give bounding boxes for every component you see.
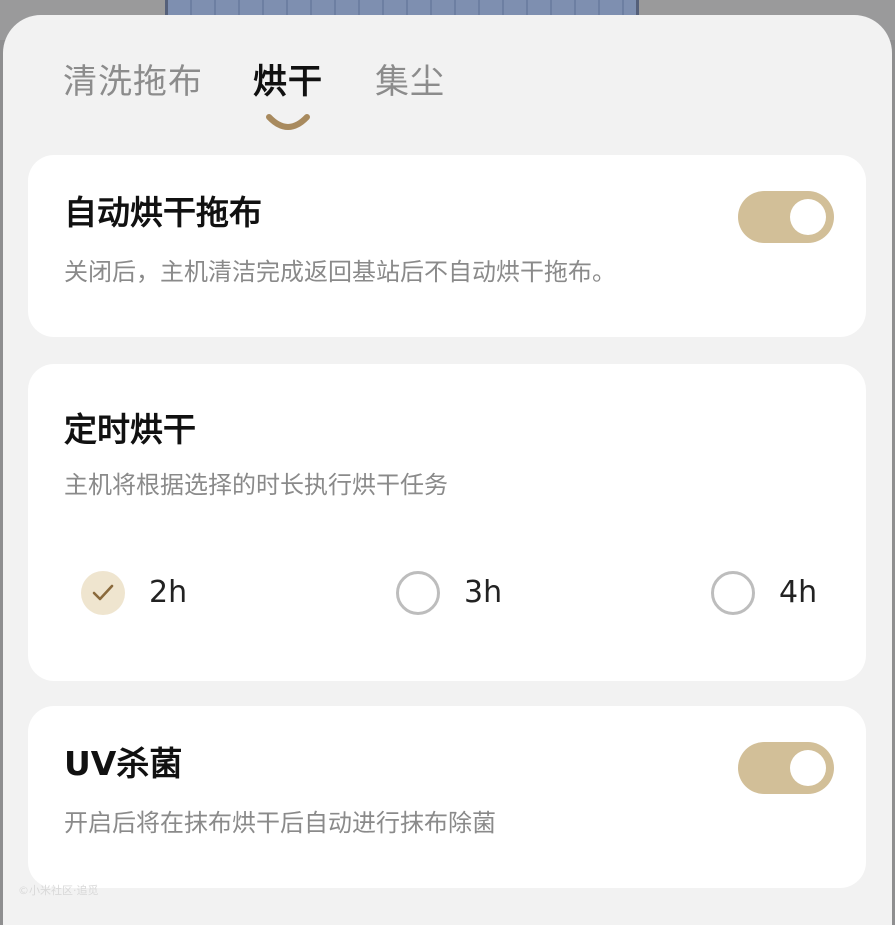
radio-unchecked[interactable] <box>396 571 440 615</box>
auto-dry-description: 关闭后，主机清洁完成返回基站后不自动烘干拖布。 <box>64 258 616 286</box>
settings-sheet: 清洗拖布 烘干 集尘 自动烘干拖布 关闭后，主机清洁完成返回基站后不自动烘干拖布… <box>3 15 892 925</box>
radio-checked[interactable] <box>81 571 125 615</box>
radio-unchecked[interactable] <box>711 571 755 615</box>
timed-dry-title: 定时烘干 <box>64 410 196 449</box>
uv-sterilize-title: UV杀菌 <box>64 744 183 783</box>
auto-dry-title: 自动烘干拖布 <box>64 193 262 232</box>
tab-wash-mop[interactable]: 清洗拖布 <box>63 61 203 103</box>
duration-option-3h[interactable]: 3h <box>396 569 526 619</box>
duration-label: 2h <box>149 575 188 610</box>
tab-dry[interactable]: 烘干 <box>253 61 323 103</box>
tab-bar: 清洗拖布 烘干 集尘 <box>3 15 892 150</box>
duration-option-2h[interactable]: 2h <box>81 569 211 619</box>
auto-dry-toggle[interactable] <box>738 191 834 243</box>
uv-sterilize-card: UV杀菌 开启后将在抹布烘干后自动进行抹布除菌 <box>28 706 866 888</box>
watermark: ©小米社区·追觅 <box>18 884 99 897</box>
toggle-knob <box>790 750 826 786</box>
uv-sterilize-description: 开启后将在抹布烘干后自动进行抹布除菌 <box>64 809 496 837</box>
duration-option-4h[interactable]: 4h <box>711 569 841 619</box>
uv-sterilize-toggle[interactable] <box>738 742 834 794</box>
checkmark-icon <box>92 584 114 601</box>
duration-label: 3h <box>464 575 503 610</box>
tab-dust-collect[interactable]: 集尘 <box>375 61 445 103</box>
duration-label: 4h <box>779 575 818 610</box>
toggle-knob <box>790 199 826 235</box>
timed-dry-description: 主机将根据选择的时长执行烘干任务 <box>64 471 448 499</box>
smile-arc-icon <box>266 114 310 130</box>
timed-dry-card: 定时烘干 主机将根据选择的时长执行烘干任务 2h 3h 4h <box>28 364 866 681</box>
auto-dry-card: 自动烘干拖布 关闭后，主机清洁完成返回基站后不自动烘干拖布。 <box>28 155 866 337</box>
